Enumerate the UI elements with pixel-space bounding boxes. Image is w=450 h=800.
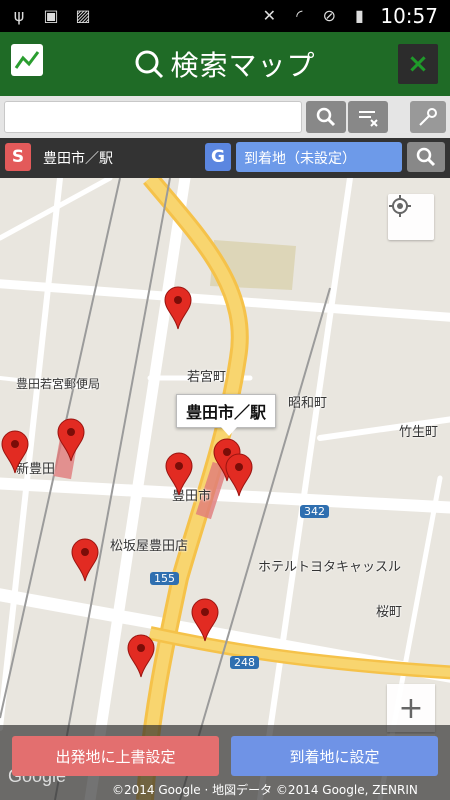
clear-list-button[interactable] [348, 101, 388, 133]
map-view[interactable]: 若宮町 昭和町 竹生町 豊田若宮郵便局 新豊田 豊田市 松坂屋豊田店 ホテルトヨ… [0, 178, 450, 800]
start-point[interactable]: 豊田市／駅 [43, 148, 113, 168]
station-callout[interactable]: 豊田市／駅 [176, 394, 276, 436]
no-sim-icon: ⊘ [322, 6, 337, 25]
route-search-button[interactable] [407, 142, 445, 172]
map-marker-pin-icon[interactable] [70, 538, 100, 582]
map-label-wakamiya: 若宮町 [187, 370, 227, 385]
locate-icon [389, 195, 411, 217]
start-badge: S [5, 143, 31, 171]
app-bar: 検索マップ × [0, 32, 450, 96]
set-start-button[interactable]: 出発地に上書設定 [12, 736, 219, 776]
my-location-button[interactable] [388, 194, 434, 240]
map-marker-pin-icon[interactable] [164, 452, 194, 496]
map-label-matsuzakaya: 松坂屋豊田店 [110, 539, 189, 554]
map-marker-pin-icon[interactable] [126, 634, 156, 678]
map-marker-pin-icon[interactable] [163, 286, 193, 330]
map-copyright: ©2014 Google · 地図データ ©2014 Google, ZENRI… [112, 783, 418, 797]
map-marker-pin-icon[interactable] [0, 430, 30, 474]
route-shield-342: 342 [300, 505, 329, 518]
set-dest-button[interactable]: 到着地に設定 [231, 736, 438, 776]
map-marker-pin-icon[interactable] [224, 453, 254, 497]
map-label-showa: 昭和町 [288, 396, 328, 411]
map-label-sakuramachi: 桜町 [376, 605, 403, 620]
dest-point[interactable]: 到着地（未設定） [236, 142, 402, 172]
search-bar [0, 96, 450, 138]
route-bar: S 豊田市／駅 G 到着地（未設定） [0, 138, 450, 178]
map-marker-pin-icon[interactable] [190, 598, 220, 642]
map-label-takeo: 竹生町 [399, 425, 439, 440]
search-button[interactable] [306, 101, 346, 133]
map-marker-pin-icon[interactable] [56, 418, 86, 462]
app-title: 検索マップ [170, 49, 316, 82]
close-button[interactable]: × [398, 44, 438, 84]
search-icon [416, 147, 436, 167]
search-icon [316, 107, 336, 127]
dest-badge: G [205, 143, 231, 171]
clear-list-icon [359, 111, 378, 127]
battery-icon: ▮ [354, 6, 364, 25]
map-label-post-office: 豊田若宮郵便局 [16, 377, 101, 391]
pen-icon [419, 108, 437, 126]
wifi-icon: ◜ [296, 6, 303, 25]
image-icon: ▨ [75, 6, 91, 25]
usb-icon: ψ [13, 6, 25, 25]
map-label-hotel: ホテルトヨタキャッスル [258, 560, 402, 575]
settings-button[interactable] [410, 101, 446, 133]
status-bar: ψ ▣ ▨ ✕ ◜ ⊘ ▮ 10:57 [0, 0, 450, 32]
search-map-icon [135, 50, 164, 79]
route-shield-248: 248 [230, 656, 259, 669]
mute-icon: ✕ [262, 6, 277, 25]
search-input[interactable] [4, 101, 302, 133]
notification-icon: ▣ [43, 6, 59, 25]
clock: 10:57 [380, 4, 438, 28]
route-shield-155: 155 [150, 572, 179, 585]
